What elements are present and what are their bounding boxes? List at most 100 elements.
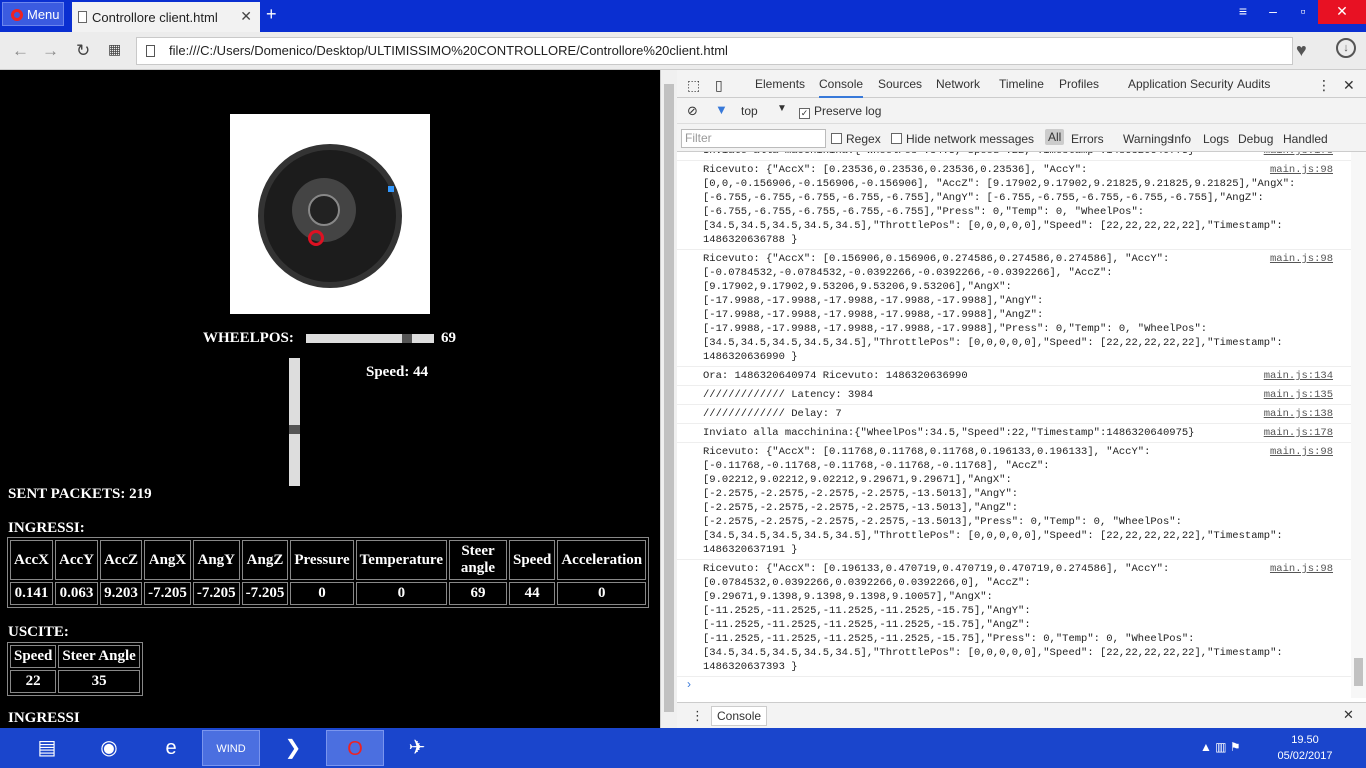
console-source-link[interactable]: main.js:135 xyxy=(1264,388,1333,402)
wheelpos-slider[interactable] xyxy=(306,334,434,343)
level-logs[interactable]: Logs xyxy=(1203,132,1229,146)
ingressi-value-cell: 0.063 xyxy=(54,582,98,605)
url-field[interactable]: file:///C:/Users/Domenico/Desktop/ULTIMI… xyxy=(136,37,1293,65)
clock[interactable]: 19.50 05/02/2017 xyxy=(1270,732,1340,764)
ingressi-header-cell: Pressure xyxy=(290,540,354,580)
address-bar: ← → ↻ ▦ file:///C:/Users/Domenico/Deskto… xyxy=(0,32,1366,70)
forward-button[interactable]: → xyxy=(42,41,59,61)
page-scrollbar-thumb[interactable] xyxy=(664,84,674,712)
ingressi-value-row: 0.141 0.063 9.203 -7.205 -7.205 -7.205 0 0 69 44 0 xyxy=(10,582,647,605)
regex-checkbox[interactable]: Regex xyxy=(831,132,881,146)
system-tray[interactable]: ▲ ▥ ⚑ xyxy=(1200,740,1241,754)
level-info[interactable]: Info xyxy=(1171,132,1191,146)
hide-network-checkbox[interactable]: Hide network messages xyxy=(891,132,1034,146)
opera-menu-button[interactable]: Menu xyxy=(2,2,64,26)
ingressi-header-row: AccX AccY AccZ AngX AngY AngZ Pressure Temperat… xyxy=(10,540,647,580)
wheelpos-value: 69 xyxy=(441,330,456,346)
preserve-log-checkbox[interactable]: ✓ Preserve log xyxy=(799,104,881,119)
green-app-icon[interactable]: ◉ xyxy=(80,730,138,766)
console-message-text: Ricevuto: {"AccX": [0.23536,0.23536,0.23… xyxy=(703,164,1296,246)
level-warnings[interactable]: Warnings xyxy=(1123,132,1173,146)
console-filter-input[interactable]: Filter xyxy=(681,129,826,148)
minimize-button[interactable]: – xyxy=(1258,0,1288,24)
console-message: Inviato alla macchinina:{"WheelPos":34.5… xyxy=(677,424,1351,443)
browser-tab[interactable]: Controllore client.html ✕ xyxy=(72,2,260,32)
level-debug[interactable]: Debug xyxy=(1238,132,1273,146)
ie-icon[interactable]: e xyxy=(142,730,200,766)
tab-network[interactable]: Network xyxy=(936,77,980,91)
telegram-icon[interactable]: ✈ xyxy=(388,730,446,766)
inspect-icon[interactable]: ⬚ xyxy=(687,77,700,94)
url-text: file:///C:/Users/Domenico/Desktop/ULTIMI… xyxy=(169,43,728,58)
console-message-text: ///////////// Latency: 3984 xyxy=(703,389,874,401)
tab-menu-icon[interactable]: ≡ xyxy=(1228,0,1258,24)
maximize-button[interactable]: ▫ xyxy=(1288,0,1318,24)
tab-profiles[interactable]: Profiles xyxy=(1059,77,1099,91)
devtools-panel: ⬚ ▯ Elements Console Sources Network Timelin… xyxy=(677,70,1366,728)
tab-console[interactable]: Console xyxy=(819,77,864,98)
tab-application[interactable]: Application xyxy=(1128,77,1187,91)
close-devtools-icon[interactable]: ✕ xyxy=(1343,77,1355,94)
tab-elements[interactable]: Elements xyxy=(755,77,805,91)
more-icon[interactable]: ⋮ xyxy=(1317,77,1331,94)
wheelpos-label: WHEELPOS: xyxy=(203,330,294,346)
menu-label: Menu xyxy=(27,7,60,22)
console-scrollbar-thumb[interactable] xyxy=(1354,658,1363,686)
level-all[interactable]: All xyxy=(1045,129,1065,145)
chevron-down-icon[interactable]: ▼ xyxy=(777,103,787,114)
title-bar: Menu Controllore client.html ✕ + ≡ – ▫ ✕ xyxy=(0,0,1366,32)
clear-console-icon[interactable]: ⊘ xyxy=(687,103,698,119)
console-scrollbar[interactable] xyxy=(1351,152,1366,698)
ingressi-header-cell: AccZ xyxy=(99,540,143,580)
close-tab-icon[interactable]: ✕ xyxy=(240,8,252,25)
speed-slider-thumb[interactable] xyxy=(289,425,300,434)
context-select[interactable]: top xyxy=(741,104,758,118)
drawer-console-tab[interactable]: Console xyxy=(711,706,768,726)
tab-timeline[interactable]: Timeline xyxy=(999,77,1044,91)
close-window-button[interactable]: ✕ xyxy=(1318,0,1366,24)
console-source-link[interactable]: main.js:138 xyxy=(1264,407,1333,421)
speed-dial-icon[interactable]: ▦ xyxy=(108,41,121,58)
wheelpos-slider-thumb[interactable] xyxy=(402,334,412,343)
opera-icon xyxy=(11,9,23,21)
powershell-icon[interactable]: ❯ xyxy=(264,730,322,766)
console-source-link[interactable]: main.js:98 xyxy=(1270,445,1333,459)
uscite-table: Speed Steer Angle 22 35 xyxy=(7,642,143,696)
document-icon xyxy=(78,11,87,23)
console-source-link[interactable]: main.js:178 xyxy=(1264,152,1333,158)
ingressi-value-cell: 44 xyxy=(508,582,556,605)
close-drawer-icon[interactable]: ✕ xyxy=(1343,707,1354,723)
level-handled[interactable]: Handled xyxy=(1283,132,1328,146)
tab-audits[interactable]: Audits xyxy=(1237,77,1270,91)
reload-button[interactable]: ↻ xyxy=(76,41,90,61)
bookmark-heart-icon[interactable]: ♥ xyxy=(1296,40,1307,61)
ingressi-title: INGRESSI: xyxy=(8,520,85,536)
console-message: Inviato alla macchinina:{"WheelPos":34.5… xyxy=(677,152,1351,161)
filter-icon[interactable]: ▼ xyxy=(715,102,728,117)
device-toolbar-icon[interactable]: ▯ xyxy=(715,77,723,94)
file-explorer-icon[interactable]: ▤ xyxy=(18,730,76,766)
speed-slider[interactable] xyxy=(289,358,300,486)
devtools-tabbar: ⬚ ▯ Elements Console Sources Network Timelin… xyxy=(677,70,1366,98)
console-message: ///////////// Latency: 3984 main.js:135 xyxy=(677,386,1351,405)
wind-icon[interactable]: WIND xyxy=(202,730,260,766)
console-prompt-icon[interactable]: › xyxy=(687,677,691,691)
download-icon[interactable]: ↓ xyxy=(1336,38,1356,58)
new-tab-button[interactable]: + xyxy=(266,4,277,25)
opera-taskbar-icon[interactable]: O xyxy=(326,730,384,766)
tab-sources[interactable]: Sources xyxy=(878,77,922,91)
ingressi-value-cell: 9.203 xyxy=(99,582,143,605)
console-message: Ricevuto: {"AccX": [0.156906,0.156906,0.… xyxy=(677,250,1351,367)
ingressi-value-cell: 0 xyxy=(355,582,447,605)
console-source-link[interactable]: main.js:134 xyxy=(1264,369,1333,383)
console-source-link[interactable]: main.js:98 xyxy=(1270,562,1333,576)
drawer-menu-icon[interactable]: ⋮ xyxy=(691,708,704,724)
level-errors[interactable]: Errors xyxy=(1071,132,1104,146)
console-source-link[interactable]: main.js:178 xyxy=(1264,426,1333,440)
back-button[interactable]: ← xyxy=(12,41,29,61)
page-scrollbar[interactable] xyxy=(660,70,677,728)
ingressi-header-cell: AccX xyxy=(10,540,53,580)
tab-security[interactable]: Security xyxy=(1190,77,1233,91)
console-source-link[interactable]: main.js:98 xyxy=(1270,163,1333,177)
console-source-link[interactable]: main.js:98 xyxy=(1270,252,1333,266)
